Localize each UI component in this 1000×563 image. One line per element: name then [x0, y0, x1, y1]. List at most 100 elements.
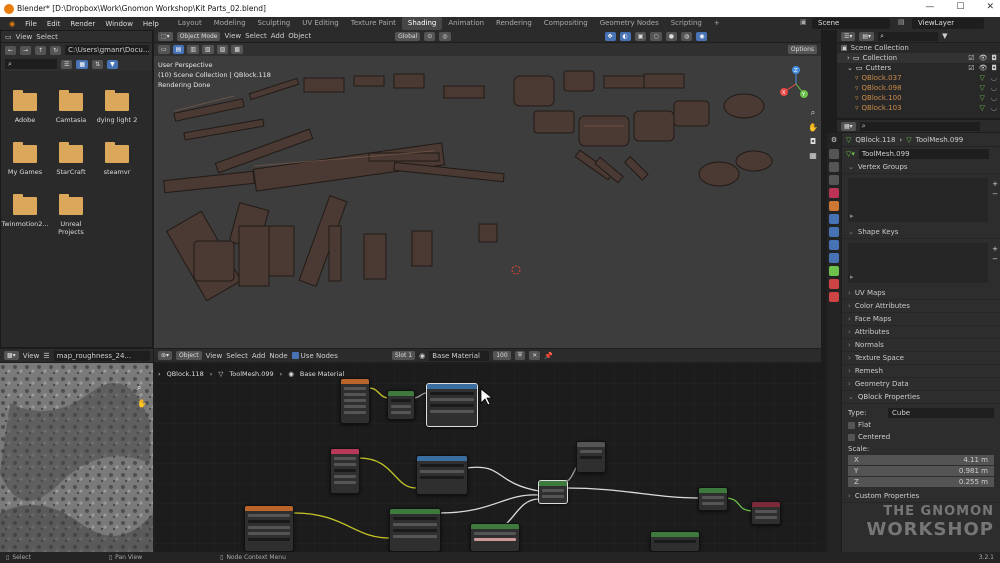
- camera-icon[interactable]: ◘: [991, 64, 997, 72]
- physics-tab-icon[interactable]: [829, 240, 839, 250]
- viewport-options-button[interactable]: Options: [787, 45, 817, 54]
- refresh-button[interactable]: ↻: [50, 45, 62, 55]
- breadcrumb-material[interactable]: Base Material: [300, 370, 344, 378]
- scene-tab-icon[interactable]: [829, 188, 839, 198]
- color-attributes-panel-header[interactable]: › Color Attributes: [842, 300, 1000, 313]
- geometry-data-panel-header[interactable]: › Geometry Data: [842, 378, 1000, 391]
- material-output-node[interactable]: [751, 501, 781, 525]
- menu-window[interactable]: Window: [100, 20, 138, 28]
- checkbox-icon[interactable]: ☑: [968, 64, 974, 72]
- material-users-count[interactable]: 100: [493, 351, 511, 360]
- outliner-row[interactable]: ▿ QBlock.037 ▽ ◡: [837, 73, 1000, 83]
- outliner-search-input[interactable]: ⌕: [878, 31, 939, 41]
- filter-icon[interactable]: ▼: [107, 59, 118, 69]
- menu-edit[interactable]: Edit: [42, 20, 66, 28]
- ie-menu-view[interactable]: View: [23, 352, 40, 360]
- scale-x-field[interactable]: X 4.11 m: [848, 455, 994, 465]
- navigation-gizmo[interactable]: Z X Y: [776, 64, 816, 104]
- view-layer-tab-icon[interactable]: [829, 175, 839, 185]
- material-name-field[interactable]: Base Material: [429, 350, 490, 361]
- scale-y-field[interactable]: Y 0.981 m: [848, 466, 994, 476]
- add-workspace-button[interactable]: +: [708, 17, 726, 30]
- gizmo-toggle-icon[interactable]: ✥: [604, 31, 616, 41]
- snap-icon[interactable]: ⊙: [424, 31, 436, 41]
- roughness-map-image[interactable]: ⌕ ✋: [0, 363, 153, 552]
- image-texture-node-selected[interactable]: [426, 383, 478, 427]
- vp-menu-select[interactable]: Select: [245, 32, 267, 40]
- ortho-grid-icon[interactable]: ▦: [809, 151, 817, 160]
- outliner-row[interactable]: › ▭ Collection ☑ 👁 ◘: [837, 53, 1000, 63]
- eye-icon[interactable]: ◡: [991, 84, 997, 92]
- proportional-edit-icon[interactable]: ◎: [439, 31, 451, 41]
- shape-keys-list[interactable]: + − ▸: [848, 243, 998, 283]
- shading-solid-icon[interactable]: ●: [665, 31, 677, 41]
- 3d-viewport[interactable]: User Perspective (10) Scene Collection |…: [154, 56, 821, 348]
- minimize-button[interactable]: —: [925, 2, 934, 12]
- blender-menu-icon[interactable]: ◉: [4, 20, 20, 28]
- folder-item[interactable]: steamvr: [93, 142, 141, 176]
- mesh-browse-icon[interactable]: ▽▾: [846, 150, 855, 158]
- menu-help[interactable]: Help: [138, 20, 164, 28]
- add-shape-key-button[interactable]: +: [992, 245, 998, 253]
- close-button[interactable]: ✕: [986, 2, 994, 12]
- noise-texture-node[interactable]: [244, 505, 294, 552]
- overlay-toggle-icon[interactable]: ◐: [619, 31, 631, 41]
- vp-menu-view[interactable]: View: [224, 32, 241, 40]
- ne-menu-select[interactable]: Select: [226, 352, 248, 360]
- folder-item[interactable]: Camtasia: [47, 90, 95, 124]
- tab-modeling[interactable]: Modeling: [208, 17, 252, 30]
- zoom-icon[interactable]: ⌕: [811, 108, 815, 118]
- mesh-name-field[interactable]: ToolMesh.099: [858, 149, 989, 159]
- shader-type-dropdown[interactable]: Object: [176, 351, 202, 360]
- texture-space-panel-header[interactable]: › Texture Space: [842, 352, 1000, 365]
- path-field[interactable]: C:\Users\gmanr\Docu...: [65, 45, 149, 55]
- folder-item[interactable]: Twinmotion2...: [1, 194, 49, 228]
- list-resize-icon[interactable]: ▸: [850, 273, 854, 281]
- select-mode-new-icon[interactable]: ▤: [172, 45, 185, 54]
- image-name-field[interactable]: map_roughness_24...: [53, 350, 150, 361]
- texture-coordinate-node[interactable]: [340, 378, 370, 424]
- modifier-tab-icon[interactable]: [829, 214, 839, 224]
- breadcrumb-mesh[interactable]: ToolMesh.099: [229, 370, 273, 378]
- checkbox-icon[interactable]: ☑: [968, 54, 974, 62]
- image-zoom-icon[interactable]: ⌕: [137, 383, 141, 393]
- scene-selector[interactable]: Scene: [812, 18, 890, 29]
- select-mode-subtract-icon[interactable]: ▧: [202, 45, 214, 54]
- xray-icon[interactable]: ▣: [634, 31, 647, 41]
- normals-panel-header[interactable]: › Normals: [842, 339, 1000, 352]
- folder-item[interactable]: StarCraft: [47, 142, 95, 176]
- maximize-button[interactable]: ☐: [956, 2, 964, 12]
- eye-icon[interactable]: ◡: [991, 94, 997, 102]
- mapping-node[interactable]: [387, 390, 415, 420]
- tab-sculpting[interactable]: Sculpting: [252, 17, 297, 30]
- ne-menu-node[interactable]: Node: [269, 352, 287, 360]
- flat-checkbox[interactable]: [848, 421, 855, 429]
- vp-menu-object[interactable]: Object: [288, 32, 311, 40]
- mesh-data-tab-icon[interactable]: [829, 266, 839, 276]
- unlink-material-icon[interactable]: ✕: [529, 351, 541, 360]
- menu-render[interactable]: Render: [65, 20, 100, 28]
- remove-vertex-group-button[interactable]: −: [992, 190, 998, 198]
- world-tab-icon[interactable]: [829, 201, 839, 211]
- image-editor-type-icon[interactable]: ▩▾: [4, 351, 19, 360]
- extra-shader-node[interactable]: [650, 531, 700, 552]
- vertex-groups-list[interactable]: + − ▸: [848, 178, 998, 222]
- principled-bsdf-node[interactable]: [538, 480, 568, 504]
- tab-rendering[interactable]: Rendering: [490, 17, 538, 30]
- eye-icon[interactable]: 👁: [979, 54, 988, 62]
- object-mode-dropdown[interactable]: Object Mode: [176, 31, 221, 41]
- image-pan-icon[interactable]: ✋: [137, 399, 147, 408]
- breadcrumb-object[interactable]: QBlock.118: [167, 370, 204, 378]
- tool-tab-icon[interactable]: ⚙: [829, 136, 839, 146]
- parent-dir-button[interactable]: ↑: [35, 45, 47, 55]
- pan-hand-icon[interactable]: ✋: [808, 123, 818, 132]
- value-node[interactable]: [576, 441, 606, 473]
- slot-dropdown[interactable]: Slot 1: [391, 351, 416, 360]
- shading-material-icon[interactable]: ◍: [680, 31, 693, 41]
- view-layer-selector[interactable]: ViewLayer: [912, 18, 984, 29]
- constraints-tab-icon[interactable]: [829, 253, 839, 263]
- viewport-editor-type-icon[interactable]: ⬚▾: [158, 31, 173, 41]
- eye-icon[interactable]: ◡: [991, 74, 997, 82]
- tab-uv-editing[interactable]: UV Editing: [296, 17, 345, 30]
- render-tab-icon[interactable]: [829, 149, 839, 159]
